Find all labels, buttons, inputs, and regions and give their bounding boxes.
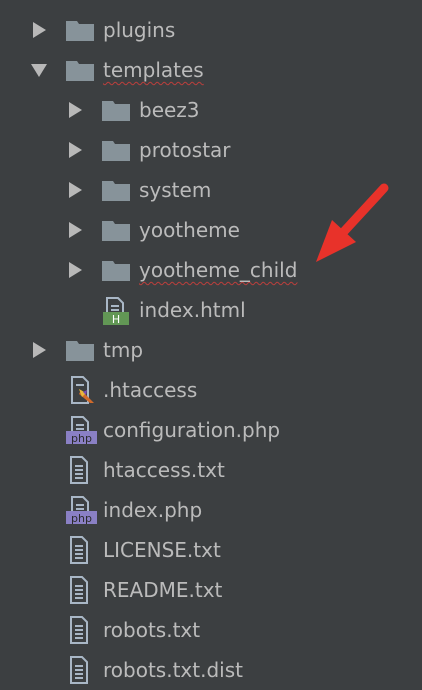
tree-item-htaccess[interactable]: .htaccess xyxy=(0,370,422,410)
tree-item-label: tmp xyxy=(103,338,144,362)
chevron-right-icon[interactable] xyxy=(69,222,82,238)
tree-item-robots-txt-dist[interactable]: robots.txt.dist xyxy=(0,650,422,690)
tree-item-templates[interactable]: templates xyxy=(0,50,422,90)
tree-item-plugins[interactable]: plugins xyxy=(0,10,422,50)
text-file-icon xyxy=(68,536,92,569)
tree-item-htaccess-txt[interactable]: htaccess.txt xyxy=(0,450,422,490)
chevron-right-icon[interactable] xyxy=(69,262,82,278)
htaccess-file-icon xyxy=(68,376,98,409)
folder-icon xyxy=(66,59,94,86)
tree-item-system[interactable]: system xyxy=(0,170,422,210)
folder-icon xyxy=(102,99,130,126)
tree-item-readme-txt[interactable]: README.txt xyxy=(0,570,422,610)
tree-item-label: LICENSE.txt xyxy=(103,538,221,562)
chevron-right-icon[interactable] xyxy=(33,22,46,38)
tree-item-yootheme[interactable]: yootheme xyxy=(0,210,422,250)
tree-item-license-txt[interactable]: LICENSE.txt xyxy=(0,530,422,570)
chevron-right-icon[interactable] xyxy=(69,182,82,198)
tree-item-label: README.txt xyxy=(103,578,223,602)
folder-icon xyxy=(102,259,130,286)
tree-item-label: protostar xyxy=(139,138,231,162)
tree-item-tmp[interactable]: tmp xyxy=(0,330,422,370)
tree-item-label: index.php xyxy=(103,498,203,522)
chevron-right-icon[interactable] xyxy=(33,342,46,358)
tree-item-index-php[interactable]: php index.php xyxy=(0,490,422,530)
folder-icon xyxy=(66,19,94,46)
tree-item-label: templates xyxy=(103,58,204,82)
tree-item-label: index.html xyxy=(139,298,246,322)
php-file-icon: php xyxy=(66,496,98,529)
tree-item-beez3[interactable]: beez3 xyxy=(0,90,422,130)
tree-item-label: configuration.php xyxy=(103,418,281,442)
tree-item-label: yootheme_child xyxy=(139,258,298,282)
php-file-icon: php xyxy=(66,416,98,449)
chevron-down-icon[interactable] xyxy=(31,64,47,77)
tree-item-label: plugins xyxy=(103,18,176,42)
tree-item-index-html[interactable]: H index.html xyxy=(0,290,422,330)
tree-item-label: .htaccess xyxy=(103,378,198,402)
html-badge: H xyxy=(112,313,120,325)
tree-item-robots-txt[interactable]: robots.txt xyxy=(0,610,422,650)
folder-icon xyxy=(102,179,130,206)
html-file-icon: H xyxy=(102,297,132,330)
tree-item-label: robots.txt xyxy=(103,618,201,642)
text-file-icon xyxy=(68,616,92,649)
tree-item-label: system xyxy=(139,178,212,202)
chevron-right-icon[interactable] xyxy=(69,142,82,158)
php-badge: php xyxy=(71,512,92,524)
tree-item-label: robots.txt.dist xyxy=(103,658,243,682)
tree-item-label: htaccess.txt xyxy=(103,458,225,482)
project-tree: plugins templates beez3 protostar system xyxy=(0,10,422,690)
folder-icon xyxy=(66,339,94,366)
folder-icon xyxy=(102,139,130,166)
text-file-icon xyxy=(68,576,92,609)
php-badge: php xyxy=(71,432,92,444)
tree-item-label: beez3 xyxy=(139,98,200,122)
tree-item-label: yootheme xyxy=(139,218,240,242)
tree-item-configuration-php[interactable]: php configuration.php xyxy=(0,410,422,450)
tree-item-protostar[interactable]: protostar xyxy=(0,130,422,170)
folder-icon xyxy=(102,219,130,246)
tree-item-yootheme-child[interactable]: yootheme_child xyxy=(0,250,422,290)
chevron-right-icon[interactable] xyxy=(69,102,82,118)
text-file-icon xyxy=(68,456,92,489)
text-file-icon xyxy=(68,656,92,689)
